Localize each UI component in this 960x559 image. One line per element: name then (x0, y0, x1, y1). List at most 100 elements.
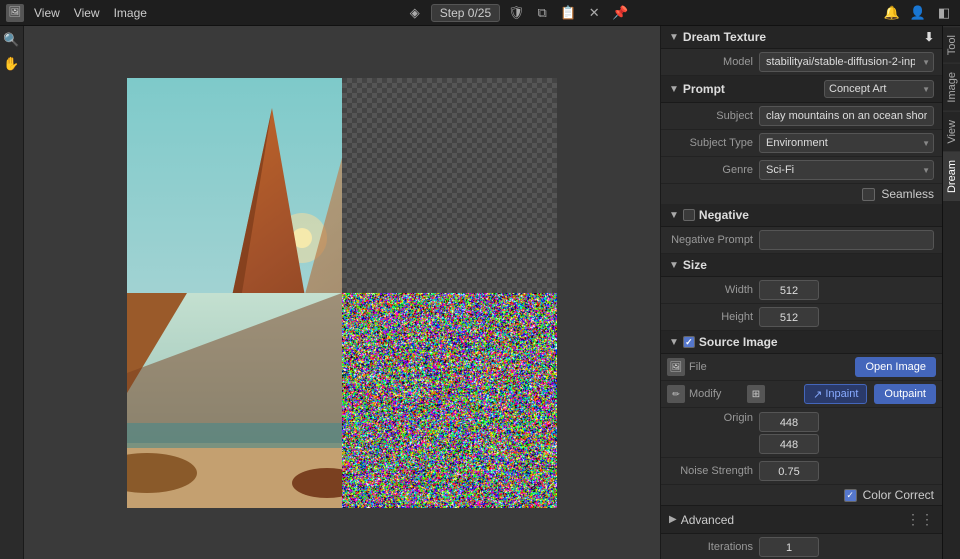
color-correct-checkbox[interactable] (844, 489, 857, 502)
seamless-label: Seamless (881, 187, 934, 201)
paste-icon[interactable]: 📋 (558, 3, 578, 23)
noise-strength-row: Noise Strength 0.75 (661, 458, 942, 485)
subject-type-row: Subject Type Environment Character Objec… (661, 130, 942, 157)
model-row: Model stabilityai/stable-diffusion-2-inp… (661, 49, 942, 76)
outpaint-button[interactable]: Outpaint (874, 384, 936, 404)
tab-view[interactable]: View (943, 111, 960, 152)
search-icon[interactable]: 🔍 (2, 30, 22, 50)
color-correct-label: Color Correct (863, 488, 934, 502)
topbar: 🖼 View View Image ◈ Step 0/25 🛡 ⧉ 📋 ✕ 📌 … (0, 0, 960, 26)
shield-icon[interactable]: 🛡 (506, 3, 526, 23)
inpaint-icon: ↗ (813, 388, 822, 401)
seamless-row: Seamless (661, 184, 942, 204)
copy-icon[interactable]: ⧉ (532, 3, 552, 23)
app-logo: ◈ (405, 3, 425, 23)
topbar-center: ◈ Step 0/25 🛡 ⧉ 📋 ✕ 📌 (157, 3, 878, 23)
canvas-area (24, 26, 660, 559)
noise-strength-label: Noise Strength (669, 465, 759, 477)
height-value[interactable]: 512 (759, 307, 819, 327)
modify-label: Modify (689, 388, 739, 400)
user-icon[interactable]: 👤 (908, 3, 928, 23)
open-image-button[interactable]: Open Image (855, 357, 936, 377)
download-icon[interactable]: ⬇ (924, 30, 934, 44)
genre-row: Genre Sci-Fi Fantasy Realistic ▼ (661, 157, 942, 184)
iterations-label: Iterations (669, 541, 759, 553)
subject-label: Subject (669, 110, 759, 122)
origin-row: Origin 448 448 (661, 408, 942, 458)
inpaint-button[interactable]: ↗ Inpaint (804, 384, 867, 404)
subject-type-select[interactable]: Environment Character Object (759, 133, 934, 153)
negative-enable-checkbox[interactable] (683, 209, 695, 221)
origin-y[interactable]: 448 (759, 434, 819, 454)
menu-image[interactable]: Image (108, 4, 153, 22)
origin-values: 448 448 (759, 412, 819, 454)
step-label: Step 0/25 (440, 6, 491, 20)
prompt-header[interactable]: ▼ Prompt Concept Art ▼ (661, 76, 942, 103)
negative-prompt-label: Negative Prompt (669, 234, 759, 246)
modify-icon2: ⊞ (747, 385, 765, 403)
width-value[interactable]: 512 (759, 280, 819, 300)
canvas-painting-bottomleft (127, 293, 342, 508)
collapse-arrow-dream: ▼ (669, 32, 679, 43)
image-canvas (127, 78, 557, 508)
menu-view2[interactable]: View (68, 4, 106, 22)
iterations-value[interactable]: 1 (759, 537, 819, 557)
collapse-arrow-prompt: ▼ (669, 84, 679, 95)
source-file-row: 🖼 File Open Image (661, 354, 942, 381)
subject-input[interactable] (759, 106, 934, 126)
right-panel: ▼ Dream Texture ⬇ Model stabilityai/stab… (660, 26, 960, 559)
source-image-label: Source Image (699, 335, 778, 349)
tab-image[interactable]: Image (943, 63, 960, 111)
collapse-arrow-negative: ▼ (669, 210, 679, 221)
advanced-header[interactable]: ▶ Advanced ⋮⋮ (661, 505, 942, 534)
negative-header[interactable]: ▼ Negative (661, 204, 942, 227)
noise-strength-value[interactable]: 0.75 (759, 461, 819, 481)
source-image-header[interactable]: ▼ Source Image (661, 331, 942, 354)
collapse-arrow-source: ▼ (669, 337, 679, 348)
size-header[interactable]: ▼ Size (661, 254, 942, 277)
close-x-icon[interactable]: ✕ (584, 3, 604, 23)
genre-select[interactable]: Sci-Fi Fantasy Realistic (759, 160, 934, 180)
canvas-toolbar: 🔍 ✋ (0, 26, 24, 559)
pin-icon[interactable]: 📌 (610, 3, 630, 23)
model-select[interactable]: stabilityai/stable-diffusion-2-inp... (759, 52, 934, 72)
color-correct-row: Color Correct (661, 485, 942, 505)
source-modify-row: ✏ Modify ⊞ ↗ Inpaint Outpaint (661, 381, 942, 408)
bell-icon[interactable]: 🔔 (882, 3, 902, 23)
dream-texture-header[interactable]: ▼ Dream Texture ⬇ (661, 26, 942, 49)
inpaint-label: Inpaint (825, 388, 858, 400)
advanced-label: Advanced (681, 513, 734, 527)
source-file-label: File (689, 361, 739, 373)
origin-label: Origin (669, 412, 759, 424)
app-icon: 🖼 (6, 4, 24, 22)
origin-x[interactable]: 448 (759, 412, 819, 432)
genre-label: Genre (669, 164, 759, 176)
preset-select[interactable]: Concept Art (824, 80, 934, 98)
seamless-checkbox[interactable] (862, 188, 875, 201)
modify-icon: ✏ (667, 385, 685, 403)
negative-label: Negative (699, 208, 749, 222)
genre-wrapper: Sci-Fi Fantasy Realistic ▼ (759, 160, 934, 180)
panel-tabs: Tool Image View Dream (942, 26, 960, 559)
negative-prompt-input[interactable] (759, 230, 934, 250)
height-row: Height 512 (661, 304, 942, 331)
hand-icon[interactable]: ✋ (2, 54, 22, 74)
collapse-arrow-size: ▼ (669, 260, 679, 271)
subject-type-label: Subject Type (669, 137, 759, 149)
model-label: Model (669, 56, 759, 68)
source-image-enable-checkbox[interactable] (683, 336, 695, 348)
panel-title: Dream Texture (683, 30, 766, 44)
advanced-menu-icon[interactable]: ⋮⋮ (906, 511, 934, 528)
subject-row: Subject (661, 103, 942, 130)
width-row: Width 512 (661, 277, 942, 304)
canvas-transparent-topright (342, 78, 557, 293)
iterations-row: Iterations 1 (661, 534, 942, 559)
tab-dream[interactable]: Dream (943, 151, 960, 201)
canvas-bottom (127, 293, 557, 508)
tab-tool[interactable]: Tool (943, 26, 960, 63)
negative-prompt-row: Negative Prompt (661, 227, 942, 254)
menu-view1[interactable]: View (28, 4, 66, 22)
layout-icon[interactable]: ◧ (934, 3, 954, 23)
collapse-arrow-advanced: ▶ (669, 514, 677, 525)
panel-content: ▼ Dream Texture ⬇ Model stabilityai/stab… (661, 26, 942, 559)
